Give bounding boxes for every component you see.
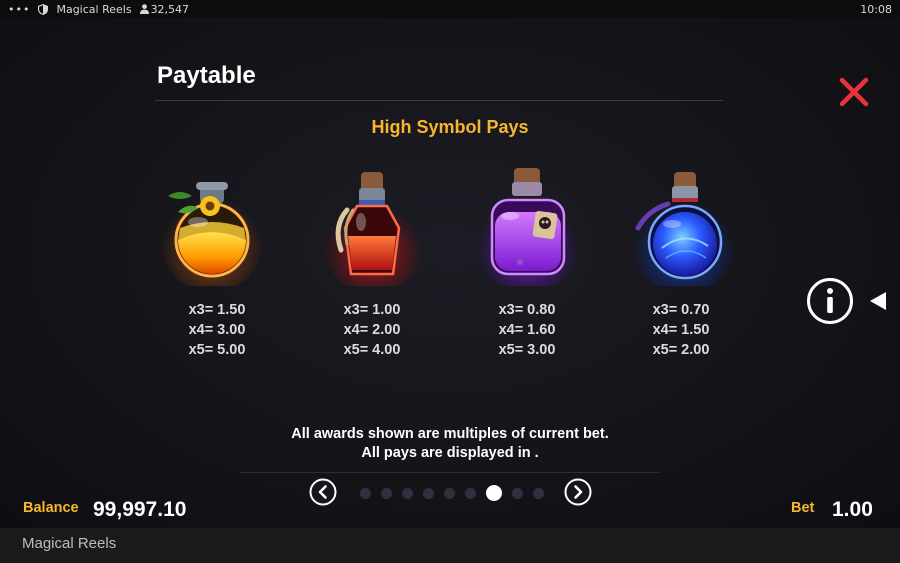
bet-value: 1.00 <box>832 498 873 521</box>
purple-potion-icon <box>476 168 580 286</box>
pay-x5: x5= 2.00 <box>652 342 710 358</box>
pay-x3: x3= 0.80 <box>498 302 556 318</box>
pays-blue-potion: x3= 0.70 x4= 1.50 x5= 2.00 <box>621 300 741 360</box>
page-dot[interactable] <box>402 487 413 499</box>
pays-currency-note: All pays are displayed in . <box>361 445 539 461</box>
pay-x5: x5= 4.00 <box>343 342 401 358</box>
page-dot[interactable] <box>533 487 544 499</box>
player-count: 32,547 <box>139 2 190 16</box>
orange-potion-icon <box>160 182 264 286</box>
page-dot[interactable] <box>423 487 434 499</box>
next-page-button[interactable] <box>564 478 592 506</box>
bottom-divider <box>240 472 660 473</box>
pay-x4: x4= 2.00 <box>343 322 401 338</box>
collapse-arrow-button[interactable] <box>869 291 887 311</box>
clock: 10:08 <box>860 3 892 16</box>
app-title: Magical Reels <box>56 2 132 16</box>
pay-x4: x4= 1.50 <box>652 322 710 338</box>
title-divider <box>155 100 723 101</box>
pay-x3: x3= 1.50 <box>188 302 246 318</box>
bet-label: Bet <box>791 500 815 516</box>
page-title: Paytable <box>157 62 256 89</box>
page-dot[interactable] <box>512 487 523 499</box>
previous-page-button[interactable] <box>309 478 337 506</box>
page-dot-active[interactable] <box>486 485 502 501</box>
section-title: High Symbol Pays <box>371 117 529 137</box>
info-button[interactable] <box>806 277 854 325</box>
balance-value: 99,997.10 <box>93 498 187 521</box>
pay-x3: x3= 0.70 <box>652 302 710 318</box>
game-area: Paytable High Symbol Pays x3= 1.50 x4= 3… <box>0 18 900 528</box>
page-dot[interactable] <box>360 487 371 499</box>
page-dot[interactable] <box>465 487 476 499</box>
balance-label: Balance <box>23 500 79 516</box>
pay-x4: x4= 3.00 <box>188 322 246 338</box>
close-icon <box>839 77 869 107</box>
awards-note: All awards shown are multiples of curren… <box>291 426 609 442</box>
close-button[interactable] <box>834 72 874 112</box>
red-potion-icon <box>323 172 423 286</box>
pay-x3: x3= 1.00 <box>343 302 401 318</box>
page-dot[interactable] <box>381 487 392 499</box>
page-indicator <box>360 485 544 501</box>
blue-potion-icon <box>632 172 736 286</box>
shield-icon <box>38 3 49 15</box>
pays-orange-potion: x3= 1.50 x4= 3.00 x5= 5.00 <box>157 300 277 360</box>
pays-red-potion: x3= 1.00 x4= 2.00 x5= 4.00 <box>312 300 432 360</box>
user-icon <box>139 4 149 14</box>
status-bar: ••• Magical Reels 32,547 10:08 <box>0 0 900 18</box>
player-count-value: 32,547 <box>150 2 190 16</box>
footer-app-name: Magical Reels <box>22 535 117 552</box>
pay-x4: x4= 1.60 <box>498 322 556 338</box>
pays-purple-potion: x3= 0.80 x4= 1.60 x5= 3.00 <box>467 300 587 360</box>
more-dots-icon[interactable]: ••• <box>8 3 30 16</box>
pay-x5: x5= 5.00 <box>188 342 246 358</box>
footer-bar: Magical Reels <box>0 528 900 563</box>
arrow-left-icon <box>870 292 886 310</box>
page-dot[interactable] <box>444 487 455 499</box>
pay-x5: x5= 3.00 <box>498 342 556 358</box>
info-icon <box>807 278 853 324</box>
